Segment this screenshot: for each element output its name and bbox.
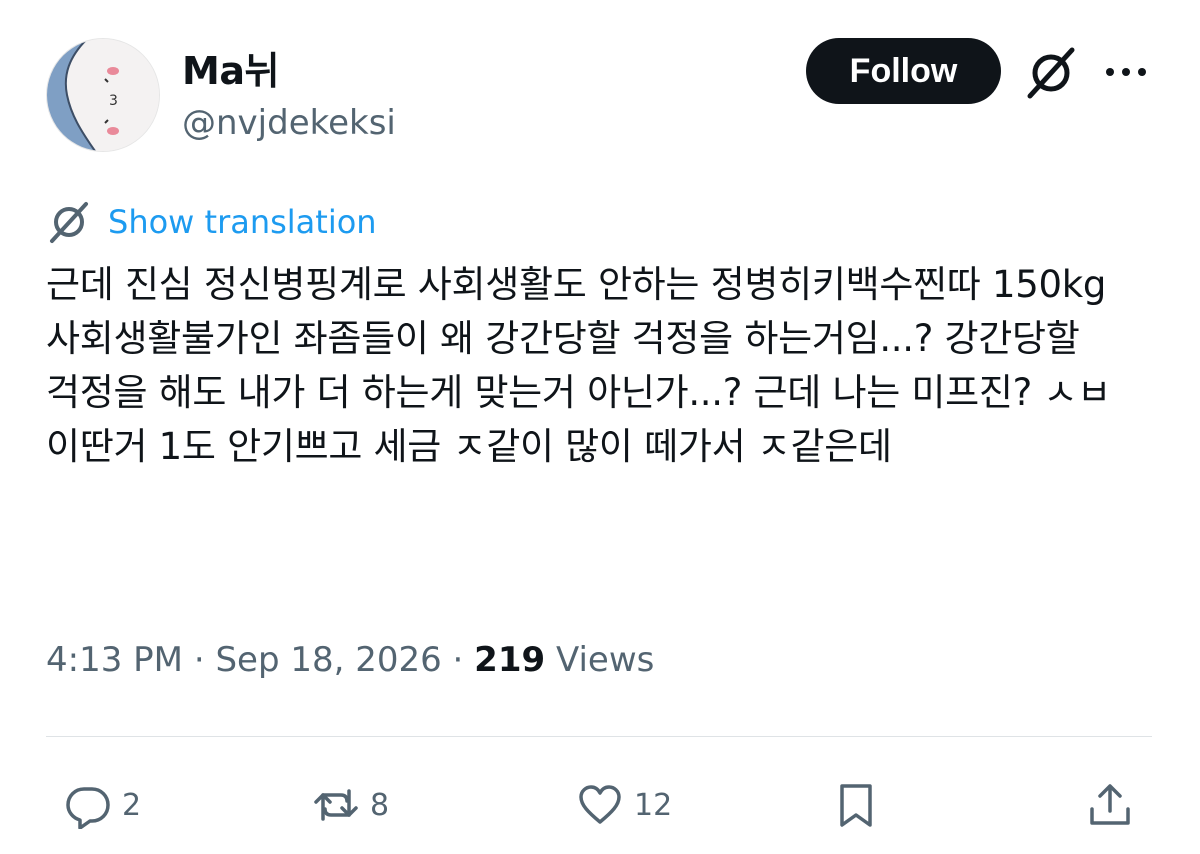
heart-icon <box>579 785 621 824</box>
like-button[interactable]: 12 <box>576 778 672 832</box>
meta-separator: · <box>193 640 205 680</box>
divider <box>46 736 1152 737</box>
tweet-text: 근데 진심 정신병핑계로 사회생활도 안하는 정병히키백수찐따 150kg 사회… <box>46 263 1111 468</box>
grok-icon <box>50 202 88 243</box>
tweet-meta: 4:13 PM · Sep 18, 2026 · 219 Views <box>46 640 654 680</box>
like-count: 12 <box>634 787 673 823</box>
reply-icon <box>66 787 110 829</box>
show-translation-label: Show translation <box>108 203 377 241</box>
tweet-date[interactable]: Sep 18, 2026 <box>215 640 441 680</box>
reply-count: 2 <box>122 787 142 823</box>
bookmark-button[interactable] <box>832 778 880 832</box>
more-options-icon[interactable] <box>1102 52 1150 92</box>
svg-text:3: 3 <box>109 93 118 109</box>
show-translation-link[interactable]: Show translation <box>46 198 377 246</box>
tweet-time[interactable]: 4:13 PM <box>46 640 183 680</box>
bookmark-icon <box>840 784 872 827</box>
avatar[interactable]: 3 <box>46 38 160 152</box>
meta-separator: · <box>452 640 464 680</box>
user-handle[interactable]: @nvjdekeksi <box>182 103 396 143</box>
retweet-icon <box>314 789 358 821</box>
retweet-count: 8 <box>370 787 390 823</box>
views-label: Views <box>555 640 655 680</box>
reply-button[interactable]: 2 <box>64 778 141 832</box>
display-name[interactable]: Ma뉘 <box>182 40 279 95</box>
views-count: 219 <box>474 640 546 680</box>
retweet-button[interactable]: 8 <box>312 778 389 832</box>
share-icon <box>1090 784 1130 825</box>
avatar-image: 3 <box>47 39 159 151</box>
follow-button[interactable]: Follow <box>806 38 1001 104</box>
share-button[interactable] <box>1086 778 1134 832</box>
grok-icon[interactable] <box>1022 44 1080 102</box>
